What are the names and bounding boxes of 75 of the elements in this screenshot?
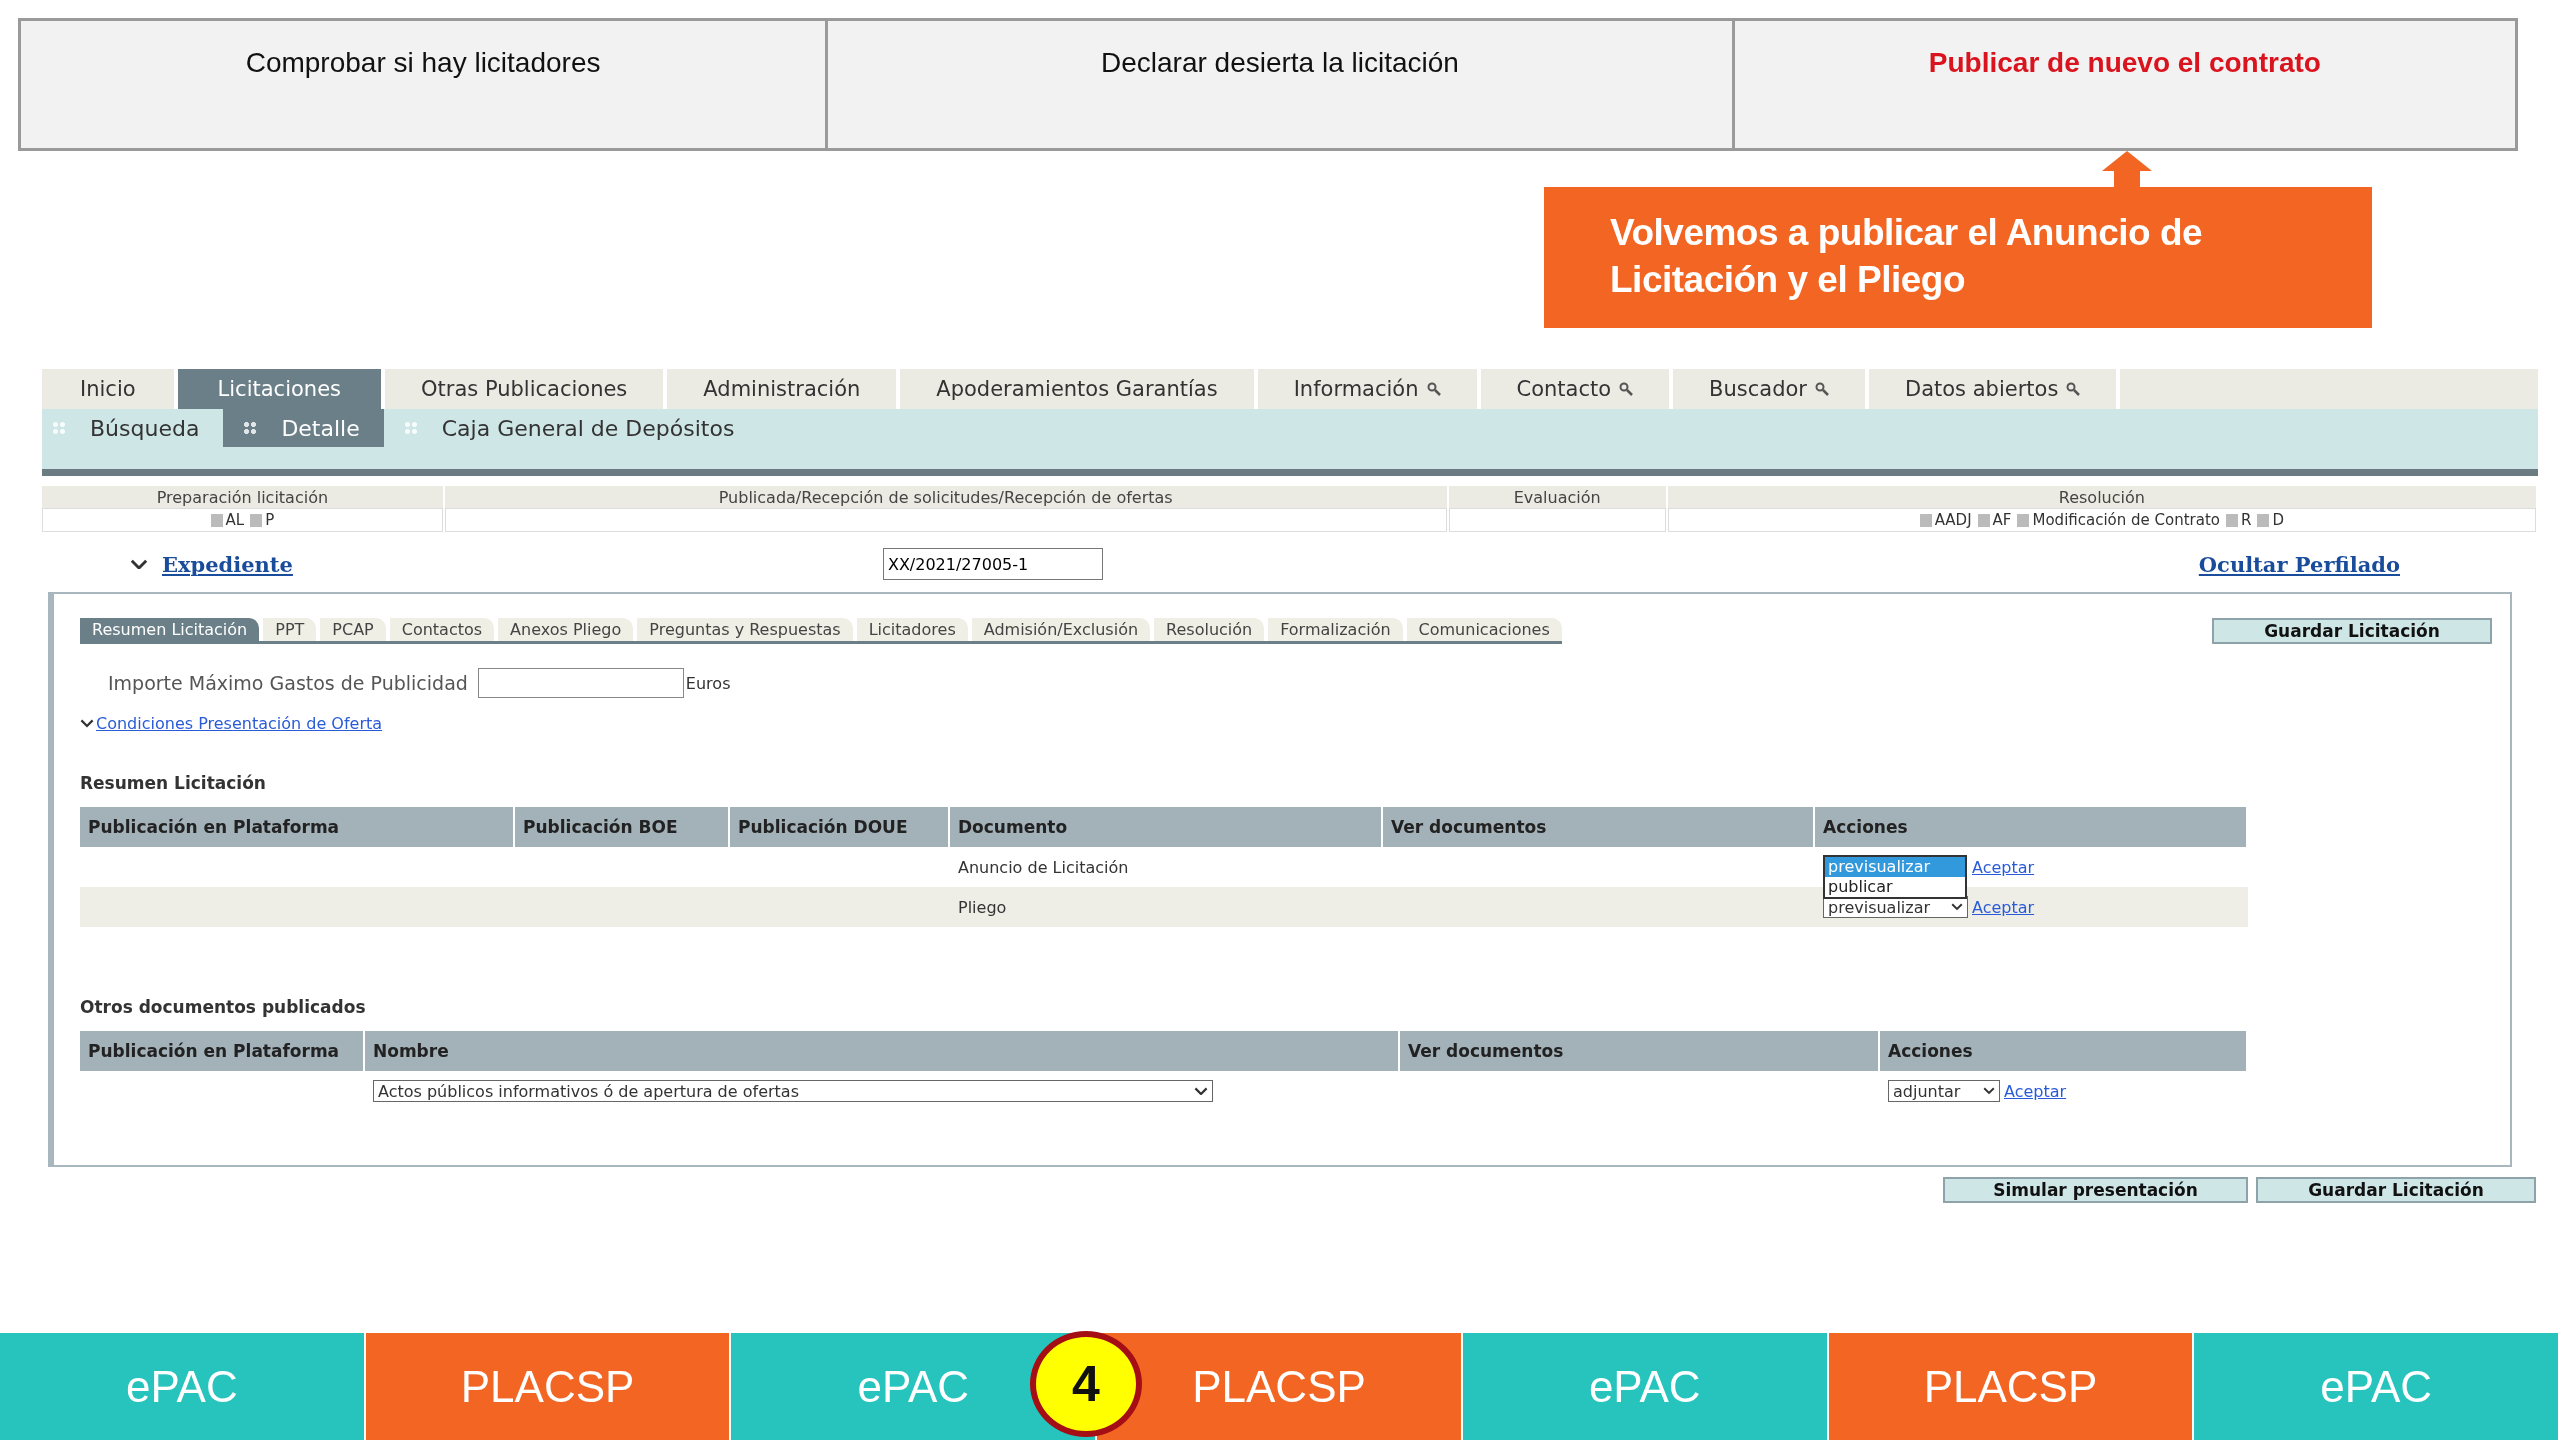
name-select[interactable]: Actos públicos informativos ó de apertura de ofertas bbox=[373, 1080, 1213, 1102]
tab[interactable]: PPT bbox=[263, 618, 317, 641]
status-square-icon bbox=[2017, 513, 2030, 527]
step-label: Publicar de nuevo el contrato bbox=[1928, 47, 2321, 80]
status-square-icon bbox=[2257, 513, 2270, 527]
table-cell-text: Anuncio de Licitación bbox=[957, 856, 1130, 879]
tab[interactable]: Preguntas y Respuestas bbox=[637, 618, 853, 641]
conditions-link[interactable]: Condiciones Presentación de Oferta bbox=[96, 714, 383, 733]
tab[interactable]: Anexos Pliego bbox=[498, 618, 634, 641]
phase-marker: Modificación de Contrato bbox=[2032, 511, 2221, 529]
phase-title: Preparación licitación bbox=[156, 487, 329, 507]
tab[interactable]: Resumen Licitación bbox=[80, 618, 260, 641]
footer-segment: ePAC bbox=[1462, 1333, 1829, 1440]
action-select[interactable]: adjuntar bbox=[1888, 1080, 2000, 1102]
callout: Volvemos a publicar el Anuncio de Licitación y el Pliego bbox=[1544, 187, 2372, 328]
phase-marker: R bbox=[2241, 511, 2252, 529]
tab[interactable]: Licitadores bbox=[856, 618, 968, 641]
tab[interactable]: Resolución bbox=[1154, 618, 1265, 641]
step-label: Declarar desierta la licitación bbox=[1100, 47, 1459, 80]
status-square-icon bbox=[1977, 513, 1990, 527]
expediente-field[interactable]: XX/2021/27005-1 bbox=[882, 548, 1103, 580]
simulate-button[interactable]: Simular presentación bbox=[1943, 1177, 2248, 1203]
tab[interactable]: PCAP bbox=[320, 618, 386, 641]
search-icon bbox=[1426, 382, 1441, 396]
phase-title: Evaluación bbox=[1513, 487, 1601, 507]
tab[interactable]: Formalización bbox=[1268, 618, 1403, 641]
save-button[interactable]: Guardar Licitación bbox=[2212, 618, 2492, 644]
footer-segment: ePAC bbox=[2194, 1333, 2560, 1440]
phase-marker: AL bbox=[225, 511, 245, 529]
grip-icon bbox=[403, 421, 418, 435]
step-label: Comprobar si hay licitadores bbox=[245, 47, 601, 80]
chevron-icon[interactable] bbox=[80, 719, 94, 728]
accept-link[interactable]: Aceptar bbox=[2004, 1081, 2067, 1101]
subnav-tab[interactable]: Búsqueda bbox=[42, 409, 224, 447]
phase-title: Publicada/Recepción de solicitudes/Recepción de ofertas bbox=[718, 487, 1173, 507]
grip-icon bbox=[243, 421, 258, 435]
save-button[interactable]: Guardar Licitación bbox=[2256, 1177, 2536, 1203]
table-cell-text: Pliego bbox=[957, 896, 1008, 919]
phase-marker: P bbox=[265, 511, 275, 529]
tab[interactable]: Contactos bbox=[389, 618, 495, 641]
subnav-tab[interactable]: Detalle bbox=[223, 409, 384, 447]
status-square-icon bbox=[2226, 513, 2239, 527]
section-title: Otros documentos publicados bbox=[80, 997, 367, 1017]
chevron-icon[interactable] bbox=[1951, 903, 1963, 911]
amount-field[interactable] bbox=[477, 668, 684, 698]
phase-marker: AADJ bbox=[1934, 511, 1972, 529]
subnav-tab[interactable]: Caja General de Depósitos bbox=[383, 409, 759, 447]
phase-marker: D bbox=[2272, 511, 2285, 529]
search-icon bbox=[2066, 382, 2081, 396]
expediente-link[interactable]: Expediente bbox=[162, 551, 293, 577]
tab[interactable]: Admisión/Exclusión bbox=[971, 618, 1151, 641]
dropdown-list[interactable]: previsualizar publicar bbox=[1823, 855, 1967, 899]
search-icon bbox=[1619, 382, 1634, 396]
grip-icon bbox=[52, 421, 66, 435]
accept-link[interactable]: Aceptar bbox=[1972, 897, 2035, 917]
section-title: Resumen Licitación bbox=[80, 773, 267, 793]
chevron-icon[interactable] bbox=[1194, 1086, 1208, 1096]
footer-segment: PLACSP bbox=[365, 1333, 732, 1440]
unit-label: Euros bbox=[685, 673, 731, 693]
phase-title: Resolución bbox=[2058, 487, 2145, 507]
nav-tab[interactable]: Licitaciones bbox=[177, 369, 385, 409]
field-label: Importe Máximo Gastos de Publicidad bbox=[108, 672, 468, 694]
phase-marker: AF bbox=[1992, 511, 2012, 529]
status-square-icon bbox=[210, 513, 223, 527]
chevron-icon[interactable] bbox=[1983, 1087, 1995, 1095]
tab[interactable]: Comunicaciones bbox=[1406, 618, 1562, 641]
status-square-icon bbox=[1919, 513, 1932, 527]
chevron-icon[interactable] bbox=[130, 558, 148, 570]
status-square-icon bbox=[250, 513, 263, 527]
footer-segment: ePAC bbox=[0, 1333, 366, 1440]
accept-link[interactable]: Aceptar bbox=[1972, 857, 2035, 877]
footer-segment: PLACSP bbox=[1828, 1333, 2195, 1440]
up-arrow-icon bbox=[2102, 151, 2152, 187]
hide-profile-link[interactable]: Ocultar Perfilado bbox=[2198, 551, 2400, 577]
search-icon bbox=[1815, 382, 1829, 396]
